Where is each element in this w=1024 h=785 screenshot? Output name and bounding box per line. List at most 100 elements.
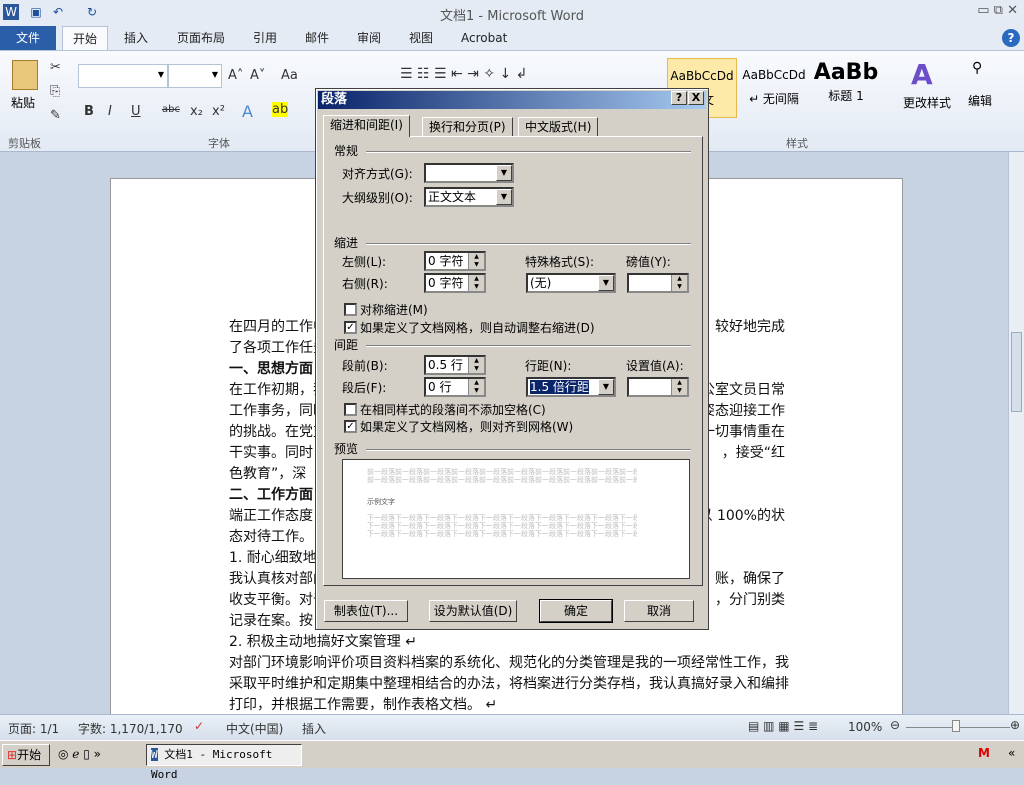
copy-icon[interactable]: ⎘ <box>50 84 60 99</box>
tab-file[interactable]: 文件 <box>0 26 56 50</box>
spinner-icon[interactable]: ▲ ▼ <box>468 379 484 395</box>
spinner-icon[interactable]: ▲ ▼ <box>468 253 484 269</box>
mirror-indent-checkbox[interactable] <box>344 303 357 316</box>
vertical-scrollbar[interactable] <box>1008 152 1024 714</box>
tab-page-layout[interactable]: 页面布局 <box>167 26 235 50</box>
change-styles-button[interactable]: 更改样式 <box>903 94 951 111</box>
dialog-close-button[interactable]: X <box>688 91 704 105</box>
line-text: 色教育”，深 <box>229 466 307 482</box>
start-button[interactable]: ⊞开始 <box>2 744 50 766</box>
find-icon[interactable]: ⚲ <box>972 60 982 76</box>
subscript-button[interactable]: x₂ <box>190 104 203 119</box>
view-buttons[interactable]: ▤ ▥ ▦ ☰ ≣ <box>748 719 818 733</box>
line-text: 了各项工作任务 <box>229 340 327 356</box>
tab-asian-typography[interactable]: 中文版式(H) <box>518 117 599 137</box>
tab-acrobat[interactable]: Acrobat <box>451 26 517 50</box>
document-line: 打印，并根据工作需要，制作表格文档。 ↵ <box>229 695 785 716</box>
by-label: 磅值(Y): <box>626 255 671 269</box>
no-space-checkbox[interactable] <box>344 403 357 416</box>
clipboard-group-label: 剪贴板 <box>8 137 41 150</box>
indent-right-input[interactable]: 0 字符 ▲ ▼ <box>424 273 486 293</box>
dialog-help-button[interactable]: ? <box>671 91 687 105</box>
spinner-icon[interactable]: ▲ ▼ <box>468 357 484 373</box>
shrink-font-button[interactable]: A˅ <box>250 68 265 83</box>
tab-review[interactable]: 审阅 <box>347 26 391 50</box>
line-text: 收支平衡。对于 <box>229 592 327 608</box>
editing-button[interactable]: 编辑 <box>968 92 992 109</box>
tab-indent-spacing[interactable]: 缩进和间距(I) <box>323 115 410 137</box>
zoom-slider-thumb[interactable] <box>952 720 960 732</box>
line-text: 的挑战。在党支 <box>229 424 327 440</box>
line-text-right: ，分门别类 <box>715 592 785 608</box>
tab-references[interactable]: 引用 <box>243 26 287 50</box>
spinner-icon[interactable]: ▲ ▼ <box>468 275 484 291</box>
special-select[interactable]: (无) ▼ <box>526 273 616 293</box>
insert-mode[interactable]: 插入 <box>302 720 326 737</box>
tab-insert[interactable]: 插入 <box>114 26 158 50</box>
line-text: 采取平时维护和定期集中整理相结合的办法，将档案进行分类存档，我认真搞好录入和编排 <box>229 676 789 692</box>
paste-icon[interactable] <box>12 60 38 90</box>
paragraph-tools-icons[interactable]: ☰ ☷ ☰ ⇤ ⇥ ✧ ↓ ↲ <box>400 66 527 82</box>
spacing-after-input[interactable]: 0 行 ▲ ▼ <box>424 377 486 397</box>
document-line: 采取平时维护和定期集中整理相结合的办法，将档案进行分类存档，我认真搞好录入和编排 <box>229 674 789 695</box>
special-label: 特殊格式(S): <box>525 255 595 269</box>
zoom-level[interactable]: 100% <box>848 720 882 734</box>
format-painter-icon[interactable]: ✎ <box>50 108 61 123</box>
spinner-icon[interactable]: ▲ ▼ <box>671 379 687 395</box>
auto-right-indent-checkbox[interactable]: ✓ <box>344 321 357 334</box>
tab-view[interactable]: 视图 <box>399 26 443 50</box>
taskbar-word-item[interactable]: W 文档1 - Microsoft Word <box>146 744 302 781</box>
alignment-select[interactable]: ▼ <box>424 163 514 183</box>
style-no-spacing[interactable]: AaBbCcDd ↵ 无间隔 <box>739 58 809 118</box>
indent-left-input[interactable]: 0 字符 ▲ ▼ <box>424 251 486 271</box>
auto-right-indent-label: 如果定义了文档网格，则自动调整右缩进(D) <box>360 321 595 335</box>
help-icon[interactable]: ? <box>1002 29 1020 47</box>
text-effects-icon[interactable]: A <box>242 102 253 121</box>
window-controls[interactable]: ▭ ⧉ ✕ <box>977 3 1018 18</box>
strikethrough-button[interactable]: abc <box>162 104 180 115</box>
font-name-select[interactable]: ▼ <box>78 64 168 88</box>
cut-icon[interactable]: ✂ <box>50 60 61 75</box>
tab-line-page-breaks[interactable]: 换行和分页(P) <box>422 117 513 137</box>
by-input[interactable]: ▲ ▼ <box>627 273 689 293</box>
line-text-right: ，接受“红 <box>721 445 785 461</box>
highlight-icon[interactable]: ab <box>272 102 289 117</box>
ok-button[interactable]: 确定 <box>539 599 613 623</box>
line-text: 在四月的工作中 <box>229 319 327 335</box>
page-count[interactable]: 页面: 1/1 <box>8 720 59 737</box>
zoom-out-icon[interactable]: ⊖ <box>890 718 900 732</box>
mirror-indent-label: 对称缩进(M) <box>360 303 428 317</box>
tray-expand-icon[interactable]: « <box>1008 746 1015 760</box>
proofing-icon[interactable]: ✓ <box>194 719 204 733</box>
paste-button[interactable]: 粘贴 <box>11 94 35 111</box>
at-input[interactable]: ▲ ▼ <box>627 377 689 397</box>
cancel-button[interactable]: 取消 <box>624 600 694 622</box>
tabs-button[interactable]: 制表位(T)... <box>324 600 408 622</box>
font-size-select[interactable]: ▼ <box>168 64 222 88</box>
tab-home[interactable]: 开始 <box>62 26 109 50</box>
line-text: 我认真核对部门 <box>229 571 327 587</box>
underline-button[interactable]: U <box>131 104 141 119</box>
italic-button[interactable]: I <box>108 104 112 119</box>
change-case-button[interactable]: Aa <box>281 68 298 83</box>
outline-level-select[interactable]: 正文文本 ▼ <box>424 187 514 207</box>
superscript-button[interactable]: x² <box>212 104 225 119</box>
line-spacing-select[interactable]: 1.5 倍行距 ▼ <box>526 377 616 397</box>
bold-button[interactable]: B <box>84 104 94 119</box>
tab-mailings[interactable]: 邮件 <box>295 26 339 50</box>
language[interactable]: 中文(中国) <box>226 720 283 737</box>
line-text-right: 账，确保了 <box>715 571 785 587</box>
set-default-button[interactable]: 设为默认值(D) <box>429 600 517 622</box>
grow-font-button[interactable]: A˄ <box>228 68 243 83</box>
snap-grid-checkbox[interactable]: ✓ <box>344 420 357 433</box>
line-text: 态对待工作。 <box>229 529 313 545</box>
zoom-in-icon[interactable]: ⊕ <box>1010 718 1020 732</box>
spacing-before-input[interactable]: 0.5 行 ▲ ▼ <box>424 355 486 375</box>
section-general: 常规 <box>334 144 359 158</box>
quicklaunch-icons[interactable]: ◎ ℯ ▯ » <box>58 747 101 761</box>
spinner-icon[interactable]: ▲ ▼ <box>671 275 687 291</box>
style-heading-1[interactable]: AaBb 标题 1 <box>811 58 881 118</box>
tray-m-icon[interactable]: M <box>978 746 990 760</box>
word-count[interactable]: 字数: 1,170/1,170 <box>78 720 183 737</box>
change-styles-icon[interactable]: A <box>911 58 933 91</box>
